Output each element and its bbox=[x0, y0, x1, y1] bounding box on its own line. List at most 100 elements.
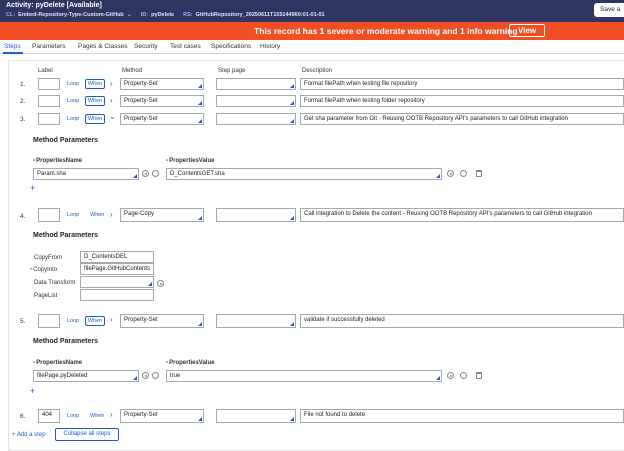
expand-icon[interactable] bbox=[152, 170, 159, 177]
expand-icon[interactable] bbox=[460, 372, 467, 379]
step-label-field[interactable] bbox=[38, 314, 60, 328]
rule-header: Activity: pyDelete [Available] CL: Embed… bbox=[0, 0, 624, 22]
properties-name-label: PropertiesName bbox=[33, 158, 82, 164]
warning-banner: This record has 1 severe or moderate war… bbox=[0, 22, 624, 40]
step-number: 4. bbox=[20, 213, 26, 220]
method-parameters-heading: Method Parameters bbox=[33, 137, 98, 144]
when-button[interactable]: When bbox=[85, 114, 105, 124]
when-button[interactable]: When bbox=[85, 316, 105, 326]
method-parameters-heading: Method Parameters bbox=[33, 338, 98, 345]
step-label-field[interactable] bbox=[38, 208, 60, 222]
view-warnings-button[interactable]: View bbox=[509, 24, 545, 37]
active-tab-indicator bbox=[3, 52, 23, 54]
loop-link[interactable]: Loop bbox=[67, 98, 79, 104]
step-number: 5. bbox=[20, 318, 26, 325]
when-button[interactable]: When bbox=[85, 79, 105, 89]
gear-icon[interactable] bbox=[447, 170, 454, 177]
col-label: Label bbox=[38, 68, 53, 74]
when-link[interactable]: When bbox=[90, 212, 104, 218]
add-step-link[interactable]: + Add a step bbox=[12, 432, 46, 438]
loop-link[interactable]: Loop bbox=[67, 81, 79, 87]
copyinto-label: CopyInto bbox=[30, 267, 57, 273]
tab-steps[interactable]: Steps bbox=[4, 43, 21, 50]
description-field[interactable]: validate if successfully deleted bbox=[300, 314, 624, 328]
when-link[interactable]: When bbox=[90, 413, 104, 419]
method-parameters-heading: Method Parameters bbox=[33, 232, 98, 239]
step-label-field[interactable] bbox=[38, 95, 60, 107]
gear-icon[interactable] bbox=[447, 372, 454, 379]
col-method: Method bbox=[122, 68, 143, 74]
step-page-field[interactable] bbox=[216, 95, 296, 107]
collapse-all-steps-button[interactable]: Collapse all steps bbox=[55, 428, 119, 441]
properties-value-label: PropertiesValue bbox=[166, 360, 214, 366]
cl-value[interactable]: Embed-Repository-Type-Custom-GitHub bbox=[18, 12, 124, 18]
id-label: ID: bbox=[140, 11, 149, 18]
id-value: pyDelete bbox=[151, 11, 175, 18]
chevron-down-icon[interactable]: ⌄ bbox=[109, 113, 116, 121]
col-step-page: Step page bbox=[218, 68, 246, 74]
expand-icon[interactable] bbox=[152, 372, 159, 379]
loop-link[interactable]: Loop bbox=[67, 318, 79, 324]
loop-link[interactable]: Loop bbox=[67, 212, 79, 218]
tab-pages-classes[interactable]: Pages & Classes bbox=[78, 43, 128, 50]
rs-label: RS: bbox=[183, 11, 193, 18]
warning-message: This record has 1 severe or moderate war… bbox=[254, 26, 518, 36]
method-field[interactable]: Property-Set bbox=[120, 409, 204, 423]
rule-keys: CL: Embed-Repository-Type-Custom-GitHub … bbox=[6, 11, 325, 19]
copyinto-field[interactable]: filePage.GitHubContents bbox=[80, 263, 154, 275]
step-label-field[interactable] bbox=[38, 78, 60, 90]
tab-bar: Steps Parameters Pages & Classes Securit… bbox=[0, 40, 624, 54]
loop-link[interactable]: Loop bbox=[67, 413, 79, 419]
property-value-field[interactable]: D_ContentsGET.sha bbox=[166, 168, 442, 180]
step-page-field[interactable] bbox=[216, 78, 296, 90]
rs-value: GitHubRepository_20250611T155144960:01-0… bbox=[195, 11, 325, 18]
gear-icon[interactable] bbox=[142, 372, 149, 379]
expand-icon[interactable] bbox=[460, 170, 467, 177]
trash-icon[interactable] bbox=[476, 170, 482, 177]
description-field[interactable]: Call integration to Delete the content -… bbox=[300, 208, 624, 222]
gear-icon[interactable] bbox=[157, 280, 164, 287]
chevron-right-icon[interactable]: › bbox=[110, 211, 113, 219]
pagelist-field[interactable] bbox=[80, 289, 154, 301]
tab-specifications[interactable]: Specifications bbox=[211, 43, 251, 50]
property-name-field[interactable]: filePage.pyDeleted bbox=[33, 370, 139, 382]
chevron-right-icon[interactable]: › bbox=[110, 316, 113, 324]
chevron-right-icon[interactable]: › bbox=[110, 411, 113, 419]
add-row-icon[interactable]: + bbox=[30, 184, 35, 193]
method-field[interactable]: Page-Copy bbox=[120, 208, 204, 222]
step-page-field[interactable] bbox=[216, 409, 296, 423]
method-field[interactable]: Property-Set bbox=[120, 314, 204, 328]
step-page-field[interactable] bbox=[216, 113, 296, 125]
step-label-field[interactable]: 404 bbox=[38, 409, 60, 423]
data-transform-field[interactable] bbox=[80, 276, 154, 288]
property-value-field[interactable]: true bbox=[166, 370, 442, 382]
method-field[interactable]: Property-Set bbox=[120, 95, 204, 107]
step-page-field[interactable] bbox=[216, 314, 296, 328]
step-label-field[interactable] bbox=[38, 113, 60, 125]
description-field[interactable]: Format filePath when testing file reposi… bbox=[300, 78, 624, 90]
tab-parameters[interactable]: Parameters bbox=[32, 43, 66, 50]
step-number: 3. bbox=[20, 116, 26, 123]
copyfrom-field[interactable]: D_ContentsDEL bbox=[80, 251, 154, 263]
step-page-field[interactable] bbox=[216, 208, 296, 222]
description-field[interactable]: Get sha parameter from Git - Reusing OOT… bbox=[300, 113, 624, 125]
loop-link[interactable]: Loop bbox=[67, 116, 79, 122]
when-button[interactable]: When bbox=[85, 96, 105, 106]
property-name-field[interactable]: Param.sha bbox=[33, 168, 139, 180]
tab-history[interactable]: History bbox=[260, 43, 280, 50]
chevron-down-icon[interactable]: ⌄ bbox=[127, 11, 132, 18]
tab-test-cases[interactable]: Test cases bbox=[170, 43, 201, 50]
method-field[interactable]: Property-Set bbox=[120, 113, 204, 125]
save-button[interactable]: Save a bbox=[594, 3, 624, 17]
properties-value-label: PropertiesValue bbox=[166, 158, 214, 164]
method-field[interactable]: Property-Set bbox=[120, 78, 204, 90]
description-field[interactable]: File not found to delete bbox=[300, 409, 624, 423]
chevron-right-icon[interactable]: › bbox=[110, 97, 113, 105]
description-field[interactable]: Format filePath when testing folder repo… bbox=[300, 95, 624, 107]
gear-icon[interactable] bbox=[142, 170, 149, 177]
trash-icon[interactable] bbox=[476, 372, 482, 379]
tab-security[interactable]: Security bbox=[134, 43, 157, 50]
data-transform-label: Data Transform bbox=[34, 280, 76, 286]
add-row-icon[interactable]: + bbox=[30, 387, 35, 396]
chevron-right-icon[interactable]: › bbox=[110, 80, 113, 88]
